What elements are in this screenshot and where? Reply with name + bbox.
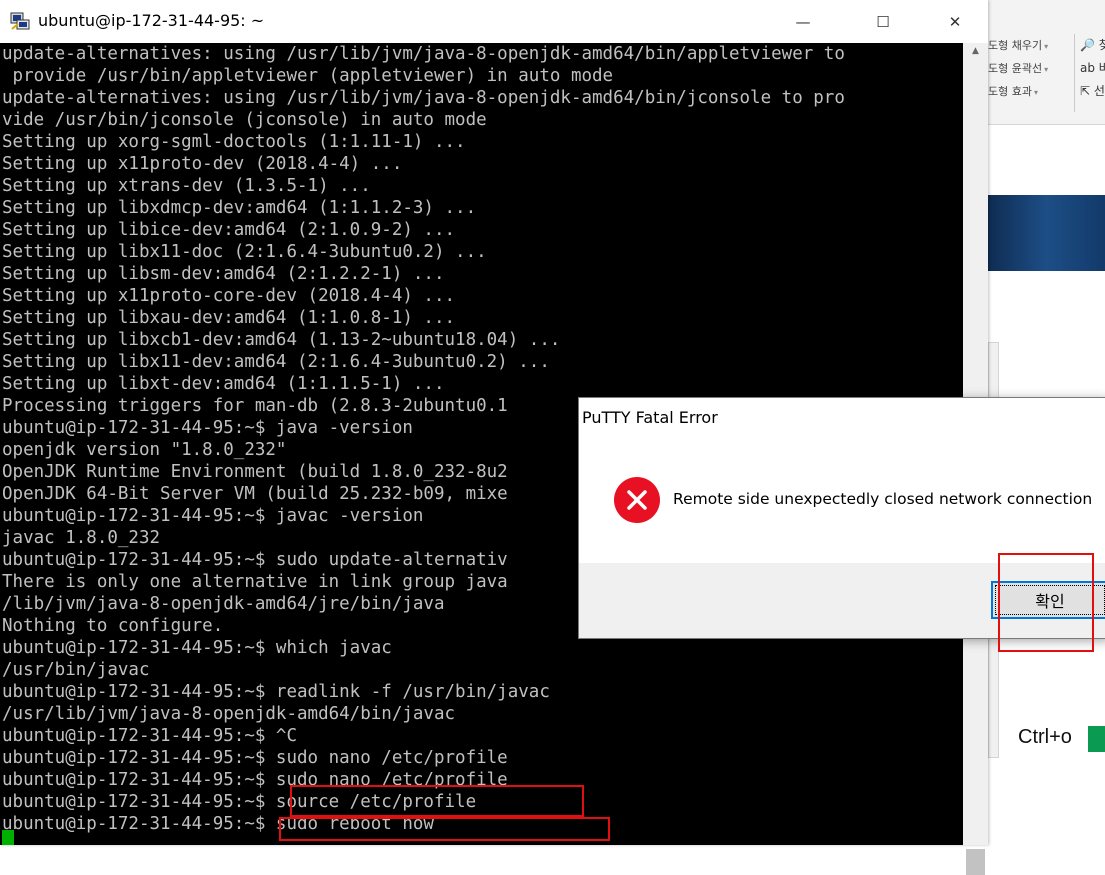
slide-shortcut-text: Ctrl+o xyxy=(1018,726,1072,748)
slide-banner-image xyxy=(988,195,1105,271)
window-titlebar[interactable]: ubuntu@ip-172-31-44-95: ~ — ☐ ✕ xyxy=(0,0,988,43)
slide-green-arrow-shape xyxy=(1088,726,1105,752)
window-title: ubuntu@ip-172-31-44-95: ~ xyxy=(38,11,265,30)
annotation-box-source xyxy=(290,785,584,817)
terminal-line: Setting up libxt-dev:amd64 (1:1.1.5-1) .… xyxy=(2,374,445,394)
terminal-line: update-alternatives: using /usr/lib/jvm/… xyxy=(2,88,845,108)
terminal-line: vide /usr/bin/jconsole (jconsole) in aut… xyxy=(2,110,487,130)
error-icon xyxy=(614,477,660,523)
scroll-up-icon[interactable]: ▲ xyxy=(963,43,988,60)
terminal-line: Setting up xtrans-dev (1.3.5-1) ... xyxy=(2,176,371,196)
terminal-line: Setting up libsm-dev:amd64 (2:1.2.2-1) .… xyxy=(2,264,445,284)
terminal-line: Setting up xorg-sgml-doctools (1:1.11-1)… xyxy=(2,132,466,152)
terminal-line: provide /usr/bin/appletviewer (appletvie… xyxy=(2,66,614,86)
annotation-box-reboot xyxy=(279,817,610,841)
ribbon-shape-effect[interactable]: 도형 효과 ▾ xyxy=(988,83,1038,99)
maximize-button[interactable]: ☐ xyxy=(860,0,906,43)
chevron-down-icon: ▾ xyxy=(1033,88,1038,97)
terminal-line: /usr/lib/jvm/java-8-openjdk-amd64/bin/ja… xyxy=(2,704,456,724)
dialog-message: Remote side unexpectedly closed network … xyxy=(673,490,1093,508)
terminal-line: /usr/bin/javac xyxy=(2,660,150,680)
ribbon-shape-fill[interactable]: 도형 채우기 ▾ xyxy=(988,37,1048,53)
terminal-cursor xyxy=(2,830,14,845)
terminal-line: Setting up libx11-dev:amd64 (2:1.6.4-3ub… xyxy=(2,352,550,372)
terminal-line: Setting up libx11-doc (2:1.6.4-3ubuntu0.… xyxy=(2,242,487,262)
terminal-line: ubuntu@ip-172-31-44-95:~$ which javac xyxy=(2,638,392,658)
terminal-line: ubuntu@ip-172-31-44-95:~$ readlink -f /u… xyxy=(2,682,550,702)
chevron-down-icon: ▾ xyxy=(1044,42,1049,51)
terminal-line: Setting up libxau-dev:amd64 (1:1.0.8-1) … xyxy=(2,308,456,328)
close-button[interactable]: ✕ xyxy=(932,0,978,43)
terminal-line: update-alternatives: using /usr/lib/jvm/… xyxy=(2,44,845,64)
terminal-line: ubuntu@ip-172-31-44-95:~$ sudo nano /etc… xyxy=(2,748,508,768)
dialog-title: PuTTY Fatal Error xyxy=(582,408,718,427)
ribbon-shape-fill-label: 도형 채우기 xyxy=(988,39,1043,52)
ribbon-shape-effect-label: 도형 효과 xyxy=(988,85,1032,98)
ribbon-replace-tool[interactable]: ab 바 xyxy=(1080,59,1105,76)
terminal-line: Setting up x11proto-dev (2018.4-4) ... xyxy=(2,154,403,174)
ribbon-shape-outline-label: 도형 윤곽선 xyxy=(988,62,1043,75)
putty-icon xyxy=(10,12,30,30)
terminal-line: ubuntu@ip-172-31-44-95:~$ ^C xyxy=(2,726,298,746)
terminal-line: Setting up libxdmcp-dev:amd64 (1:1.1.2-3… xyxy=(2,198,477,218)
terminal-line: Setting up libice-dev:amd64 (2:1.0.9-2) … xyxy=(2,220,456,240)
annotation-box-ok xyxy=(998,553,1094,652)
ribbon-shape-outline[interactable]: 도형 윤곽선 ▾ xyxy=(988,60,1048,76)
chevron-down-icon: ▾ xyxy=(1044,65,1049,74)
terminal-line: Setting up libxcb1-dev:amd64 (1.13-2~ubu… xyxy=(2,330,561,350)
ribbon-separator xyxy=(1074,34,1075,112)
ribbon-select-tool[interactable]: ⇱ 선 xyxy=(1080,82,1105,99)
ribbon-find-tool[interactable]: 🔎 찾 xyxy=(1080,36,1105,53)
ribbon-toolbar: 도형 채우기 ▾ 도형 윤곽선 ▾ 도형 효과 ▾ 🔎 찾 ab 바 ⇱ 선 xyxy=(988,0,1105,125)
terminal-line: Setting up x11proto-core-dev (2018.4-4) … xyxy=(2,286,456,306)
scroll-thumb[interactable] xyxy=(966,849,985,875)
minimize-button[interactable]: — xyxy=(780,0,826,43)
